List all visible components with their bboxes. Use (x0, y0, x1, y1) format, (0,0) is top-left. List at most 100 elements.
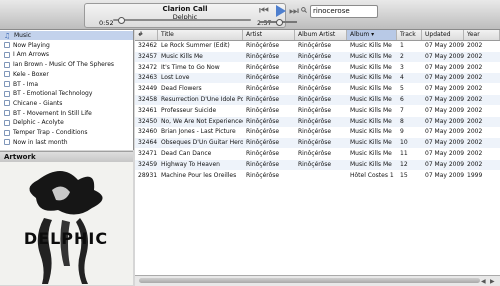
cell-track: 15 (400, 171, 408, 179)
cell-album: Music Kills Me (350, 42, 392, 49)
cell-track: 12 (400, 160, 408, 168)
cell-title: Obseques D'Un Guitar Hero ... (161, 139, 243, 147)
scrollbar-thumb[interactable] (139, 278, 480, 283)
cell-album: Music Kills Me (350, 74, 392, 82)
scroll-right-icon[interactable]: ▶ (490, 278, 495, 285)
cell-album-artist (295, 171, 347, 181)
smart-playlist-icon (4, 139, 10, 146)
sidebar-item[interactable]: Now Playing (0, 41, 133, 50)
table-row[interactable]: 32458 Resurrection D'Une Idole Pop Rinôçér… (135, 95, 500, 105)
column-header-album-artist[interactable]: Album Artist (295, 30, 347, 40)
table-row[interactable]: 32461 Professeur Suicide Rinôçérôse Rinôçér… (135, 106, 500, 116)
table-row[interactable]: 32457 Music Kills Me Rinôçérôse Rinôçérôse M… (135, 51, 500, 62)
cell-track: 3 (400, 63, 404, 71)
cell-album: Music Kills Me (350, 160, 392, 168)
seek-knob[interactable] (118, 17, 125, 24)
previous-icon[interactable]: ⏮ (259, 5, 269, 16)
play-icon[interactable] (276, 5, 286, 17)
volume-knob[interactable] (276, 19, 283, 26)
cell-track: 11 (400, 150, 408, 157)
cell-year: 2002 (467, 128, 483, 136)
album-cover-text: DELPHIC (24, 229, 108, 248)
cell-album-artist: Rinôçérôse (298, 106, 332, 114)
cell-num: 32461 (138, 106, 158, 114)
table-row[interactable]: 32449 Dead Flowers Rinôçérôse Rinôçérôse Mus… (135, 84, 500, 94)
table-row[interactable]: 32471 Dead Can Dance Rinôçérôse Rinôçérôse M… (135, 149, 500, 159)
toolbar: Clarion Call Delphic 0:52 2:57 ⏮ ⏭ rinoc… (0, 0, 500, 30)
cell-year: 2002 (467, 106, 483, 114)
cell-album-artist: Rinôçérôse (298, 52, 332, 60)
cell-album: Music Kills Me (350, 52, 392, 60)
column-header-updated[interactable]: Updated (422, 30, 464, 40)
sidebar-item[interactable]: BT - Ima (0, 80, 133, 89)
cell-num: 32450 (138, 117, 158, 125)
cell-artist: Rinôçérôse (246, 128, 280, 136)
cell-title: Dead Flowers (161, 85, 202, 93)
column-header-num[interactable]: # (135, 30, 158, 40)
column-header-album[interactable]: Album ▾ (347, 30, 397, 40)
cell-album-artist: Rinôçérôse (298, 85, 332, 93)
column-header-label: Title (161, 31, 174, 38)
cell-year: 2002 (467, 160, 483, 168)
scroll-left-icon[interactable]: ◀ (481, 278, 486, 285)
column-header-track[interactable]: Track (397, 30, 422, 40)
cell-artist: Rinôçérôse (246, 63, 280, 71)
cell-album-artist: Rinôçérôse (298, 63, 332, 71)
sidebar-item-label: Temper Trap - Conditions (13, 129, 88, 136)
sidebar-item[interactable]: Delphic - Acolyte (0, 118, 133, 127)
column-header-year[interactable]: Year (464, 30, 500, 40)
cell-updated: 07 May 2009... (425, 63, 464, 71)
cell-track: 5 (400, 85, 404, 93)
table-header: # Title Artist Album Artist Album ▾ Track Upda… (135, 30, 500, 41)
sidebar-item-label: Now Playing (13, 41, 50, 49)
table-row[interactable]: 28931 Machine Pour les Oreilles Rinôçérôse… (135, 171, 500, 181)
sidebar-item[interactable]: BT - Movement In Still Life (0, 109, 133, 118)
cell-year: 2002 (467, 139, 483, 147)
cell-year: 2002 (467, 85, 483, 93)
search-input[interactable]: rinocerose (310, 5, 378, 18)
cell-artist: Rinôçérôse (246, 117, 280, 125)
cell-track: 6 (400, 96, 404, 103)
sidebar-item[interactable]: Ian Brown - Music Of The Spheres (0, 60, 133, 69)
sidebar-item[interactable]: Kele - Boxer (0, 70, 133, 79)
next-icon[interactable]: ⏭ (289, 5, 299, 16)
track-list: 32462 Le Rock Summer (Edit) Rinôçérôse Rinô… (135, 41, 500, 213)
playlist-icon (4, 51, 10, 58)
cell-track: 8 (400, 117, 404, 125)
cell-album: Music Kills Me (350, 117, 392, 125)
sidebar-item[interactable]: ♫ Music (0, 31, 133, 40)
column-header-artist[interactable]: Artist (243, 30, 295, 40)
column-header-title[interactable]: Title (158, 30, 243, 40)
playlist-icon (4, 100, 10, 107)
column-header-label: # (138, 31, 144, 38)
table-row[interactable]: 32462 Le Rock Summer (Edit) Rinôçérôse Rinô… (135, 41, 500, 51)
sidebar-item[interactable]: Now in last month (0, 138, 133, 147)
cell-album-artist: Rinôçérôse (298, 96, 332, 103)
cell-album-artist: Rinôçérôse (298, 42, 332, 49)
sidebar-item[interactable]: Chicane - Giants (0, 99, 133, 108)
table-row[interactable]: 32463 Lost Love Rinôçérôse Rinôçérôse Music … (135, 73, 500, 84)
cell-album-artist: Rinôçérôse (298, 128, 332, 136)
cell-updated: 07 May 2009... (425, 52, 464, 60)
cell-title: Professeur Suicide (161, 106, 217, 114)
cell-year: 2002 (467, 117, 483, 125)
cell-album-artist: Rinôçérôse (298, 74, 332, 82)
sidebar-item[interactable]: Temper Trap - Conditions (0, 128, 133, 137)
sidebar-item[interactable]: I Am Arrows (0, 50, 133, 59)
column-header-label: Track (400, 31, 416, 38)
cell-title: Dead Can Dance (161, 150, 212, 157)
table-row[interactable]: 32464 Obseques D'Un Guitar Hero ... Rinôçé… (135, 138, 500, 149)
table-row[interactable]: 32472 It's Time to Go Now Rinôçérôse Rinôçé… (135, 63, 500, 73)
cell-album: Music Kills Me (350, 106, 392, 114)
seek-bar[interactable] (113, 19, 251, 21)
table-row[interactable]: 32459 Highway To Heaven Rinôçérôse Rinôçérô… (135, 159, 500, 170)
horizontal-scrollbar[interactable]: ◀ ▶ (135, 275, 500, 286)
table-row[interactable]: 32450 No, We Are Not Experienced! Rinôçérô… (135, 116, 500, 127)
sidebar-item-label: BT - Movement In Still Life (13, 109, 92, 117)
cell-title: Brian Jones - Last Picture (161, 128, 236, 136)
cell-year: 2002 (467, 96, 483, 103)
sidebar-item[interactable]: BT - Emotional Technology (0, 89, 133, 98)
table-row[interactable]: 32460 Brian Jones - Last Picture Rinôçérôs… (135, 127, 500, 137)
album-artwork: DELPHIC (0, 162, 133, 285)
cell-title: Resurrection D'Une Idole Pop (161, 96, 243, 103)
